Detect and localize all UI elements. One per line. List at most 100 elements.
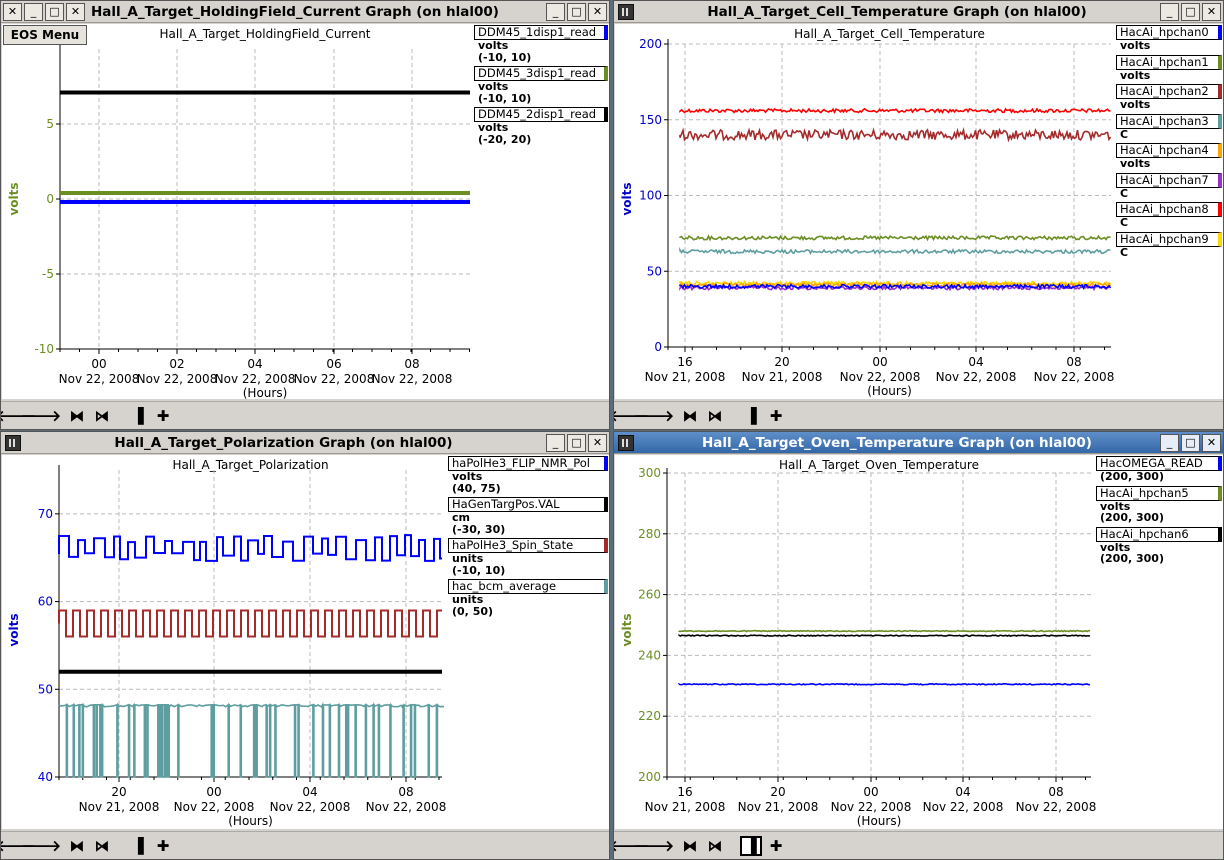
zoom-in-button[interactable]: ⧓ <box>679 406 701 426</box>
x-tick-label: 20 <box>770 785 785 799</box>
plot-mode-button[interactable]: ▐ <box>127 836 149 856</box>
legend-unit: volts <box>478 121 509 134</box>
legend-entry[interactable]: haPolHe3_FLIP_NMR_Pol <box>448 456 608 471</box>
legend-unit: units <box>452 552 484 565</box>
legend-entry[interactable]: DDM45_3disp1_read <box>474 66 608 81</box>
x-tick-label: 20 <box>111 785 126 799</box>
x-tick-date: Nov 22, 2008 <box>270 800 351 814</box>
legend-entry[interactable]: haPolHe3_Spin_State <box>448 538 608 553</box>
close-button[interactable]: ✕ <box>1202 2 1221 21</box>
maximize-button[interactable]: □ <box>567 2 586 21</box>
chart-title: Hall_A_Target_Oven_Temperature <box>779 458 979 472</box>
chart-canvas[interactable]: Hall_A_Target_HoldingField_Current 5 0 -5 -1… <box>2 24 609 399</box>
legend-entry[interactable]: hac_bcm_average <box>448 579 608 594</box>
add-button[interactable]: ✚ <box>152 836 174 856</box>
add-button[interactable]: ✚ <box>152 406 174 426</box>
close-button[interactable]: ✕ <box>1202 433 1221 452</box>
app-icon[interactable] <box>618 434 634 451</box>
add-icon: ✚ <box>156 406 170 425</box>
minimize-button[interactable]: _ <box>24 2 43 21</box>
app-icon[interactable] <box>618 3 634 20</box>
legend-entry[interactable]: HacAi_hpchan5 <box>1096 485 1222 501</box>
zoom-out-button[interactable]: ⧒ <box>704 406 726 426</box>
legend-entry[interactable]: DDM45_1disp1_read <box>474 25 608 40</box>
y-tick-label: 50 <box>38 682 53 696</box>
legend-range: (200, 300) <box>1100 470 1164 483</box>
plot-mode-button[interactable]: ▐ <box>740 406 762 426</box>
zoom-out-button[interactable]: ⧒ <box>704 836 726 856</box>
x-tick-label: 08 <box>1048 785 1063 799</box>
zoom-in-button[interactable]: ⧓ <box>66 406 88 426</box>
eos-menu-button[interactable]: EOS Menu <box>3 25 87 45</box>
chart-canvas[interactable]: Hall_A_Target_Polarization 70 60 50 40 20 Nov … <box>2 455 609 829</box>
x-tick-date: Nov 22, 2008 <box>366 800 447 814</box>
x-tick-date: Nov 22, 2008 <box>215 372 296 386</box>
legend-entry[interactable]: HacAi_hpchan0 <box>1116 25 1222 40</box>
close-button[interactable]: ✕ <box>66 2 85 21</box>
y-axis-label: volts <box>7 613 21 646</box>
y-tick-label: 200 <box>639 37 662 51</box>
legend-entry[interactable]: HacAi_hpchan4 <box>1116 143 1222 158</box>
maximize-button[interactable]: □ <box>1181 2 1200 21</box>
legend-range: (200, 300) <box>1100 552 1164 565</box>
y-axis-label: volts <box>7 182 21 215</box>
legend-entry[interactable]: HacOMEGA_READ <box>1096 456 1222 471</box>
close-button[interactable]: ✕ <box>588 433 607 452</box>
y-tick-label: 100 <box>639 189 662 203</box>
maximize-button[interactable]: □ <box>45 2 64 21</box>
right-arrow-button[interactable]: 🡒 <box>634 406 674 426</box>
legend-entry[interactable]: DDM45_2disp1_read <box>474 107 608 122</box>
minimize-button[interactable]: _ <box>1160 2 1179 21</box>
legend-entry[interactable]: HacAi_hpchan1 <box>1116 54 1222 70</box>
plot-mode-button[interactable]: ▐ <box>740 835 762 856</box>
minimize-button[interactable]: _ <box>1160 433 1179 452</box>
legend-entry[interactable]: HacAi_hpchan7 <box>1116 172 1222 188</box>
legend-range: (40, 75) <box>452 481 501 495</box>
legend-entry[interactable]: HacAi_hpchan2 <box>1116 84 1222 99</box>
app-icon[interactable] <box>5 434 21 451</box>
zoom-in-button[interactable]: ⧓ <box>66 836 88 856</box>
chart-legend: HacAi_hpchan0 volts HacAi_hpchan1 volts HacA… <box>1116 25 1222 261</box>
zoom-in-button[interactable]: ⧓ <box>679 836 701 856</box>
zoom-out-button[interactable]: ⧒ <box>91 406 113 426</box>
right-arrow-icon: 🡒 <box>20 837 62 855</box>
right-arrow-button[interactable]: 🡒 <box>21 836 61 856</box>
zoom-out-button[interactable]: ⧒ <box>91 836 113 856</box>
oven-temperature-titlebar[interactable]: Hall_A_Target_Oven_Temperature Graph (on… <box>614 432 1223 454</box>
legend-entry[interactable]: HacAi_hpchan8 <box>1116 202 1222 217</box>
y-tick-label: 220 <box>638 709 661 723</box>
legend-entry[interactable]: HaGenTargPos.VAL <box>448 497 608 512</box>
x-tick-date: Nov 22, 2008 <box>372 372 453 386</box>
window-title: Hall_A_Target_Cell_Temperature Graph (on… <box>707 3 1087 20</box>
chart-canvas[interactable]: Hall_A_Target_Cell_Temperature 200 150 100 5… <box>615 24 1223 399</box>
add-button[interactable]: ✚ <box>765 406 787 426</box>
holdingfield-titlebar[interactable]: ✕ _ □ ✕ Hall_A_Target_HoldingField_Curre… <box>1 1 609 23</box>
maximize-button[interactable]: □ <box>1181 433 1200 452</box>
right-arrow-button[interactable]: 🡒 <box>634 836 674 856</box>
x-tick-label: 20 <box>774 355 789 369</box>
x-axis-label: (Hours) <box>243 386 288 399</box>
window-title: Hall_A_Target_HoldingField_Current Graph… <box>91 3 499 20</box>
chart-canvas[interactable]: Hall_A_Target_Oven_Temperature 300 280 260 2… <box>615 455 1223 829</box>
legend-unit: cm <box>452 511 470 524</box>
legend-entry[interactable]: HacAi_hpchan3 <box>1116 113 1222 129</box>
minimize-button[interactable]: _ <box>546 2 565 21</box>
cell-temperature-titlebar[interactable]: Hall_A_Target_Cell_Temperature Graph (on… <box>614 1 1223 23</box>
minimize-button[interactable]: _ <box>546 433 565 452</box>
y-tick-label: 150 <box>639 113 662 127</box>
oven-temperature-window: Hall_A_Target_Oven_Temperature Graph (on… <box>613 431 1224 860</box>
plot-mode-icon: ▐ <box>745 406 757 425</box>
y-tick-label: -10 <box>34 342 54 356</box>
add-button[interactable]: ✚ <box>765 836 787 856</box>
window-menu-button[interactable]: ✕ <box>3 2 22 21</box>
legend-entry[interactable]: HacAi_hpchan6 <box>1096 526 1222 542</box>
chart-title: Hall_A_Target_HoldingField_Current <box>159 27 370 41</box>
add-icon: ✚ <box>769 406 783 425</box>
right-arrow-button[interactable]: 🡒 <box>21 406 61 426</box>
legend-entry[interactable]: HacAi_hpchan9 <box>1116 231 1222 247</box>
close-button[interactable]: ✕ <box>588 2 607 21</box>
polarization-titlebar[interactable]: Hall_A_Target_Polarization Graph (on hla… <box>1 432 609 454</box>
y-tick-label: 300 <box>638 466 661 480</box>
plot-mode-button[interactable]: ▐ <box>127 406 149 426</box>
maximize-button[interactable]: □ <box>567 433 586 452</box>
